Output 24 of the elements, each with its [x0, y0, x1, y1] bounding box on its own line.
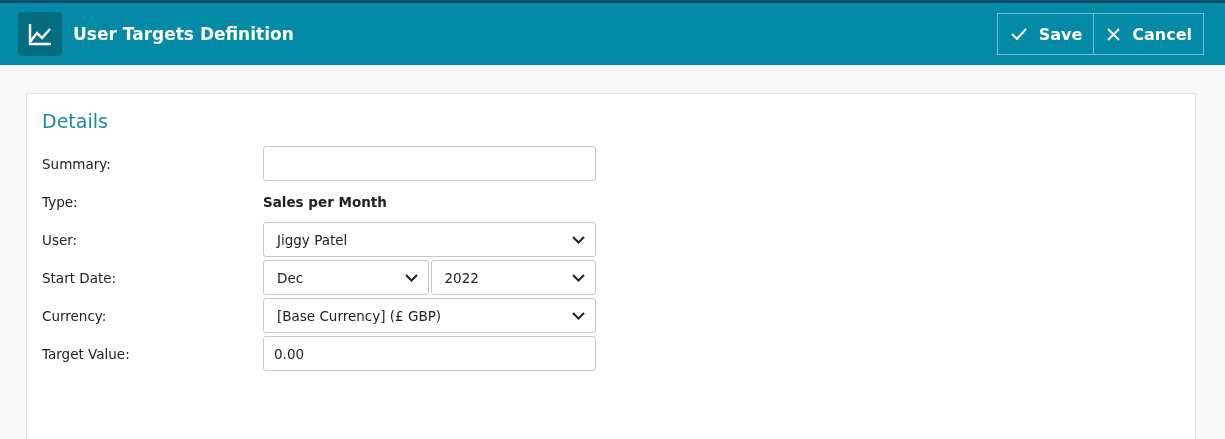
check-icon	[1010, 28, 1027, 40]
save-button[interactable]: Save	[996, 13, 1095, 55]
field-label: Start Date:	[42, 269, 118, 286]
field-label: Summary:	[42, 155, 112, 172]
chevron-down-icon	[572, 273, 585, 282]
dropdown[interactable]: [Base Currency] (£ GBP)	[263, 298, 596, 333]
field-value: Sales per Month	[263, 193, 387, 210]
field-label: Type:	[42, 193, 79, 210]
text-field[interactable]	[263, 146, 596, 181]
field-label: Target Value:	[42, 345, 131, 362]
line-chart-icon	[18, 12, 62, 56]
field-label: User:	[42, 231, 79, 248]
close-icon	[1107, 27, 1121, 41]
text-field[interactable]: 0.00	[263, 336, 596, 371]
dropdown[interactable]: Jiggy Patel	[263, 222, 596, 257]
cancel-button[interactable]: Cancel	[1094, 13, 1204, 55]
chevron-down-icon	[404, 273, 418, 282]
dropdown[interactable]: 2022	[430, 260, 596, 295]
chevron-down-icon	[572, 311, 585, 320]
page-title: User Targets Definition	[73, 24, 294, 44]
chevron-down-icon	[572, 235, 585, 244]
section-heading: Details	[42, 110, 109, 132]
dropdown[interactable]: Dec	[263, 260, 429, 295]
field-label: Currency:	[42, 307, 108, 324]
